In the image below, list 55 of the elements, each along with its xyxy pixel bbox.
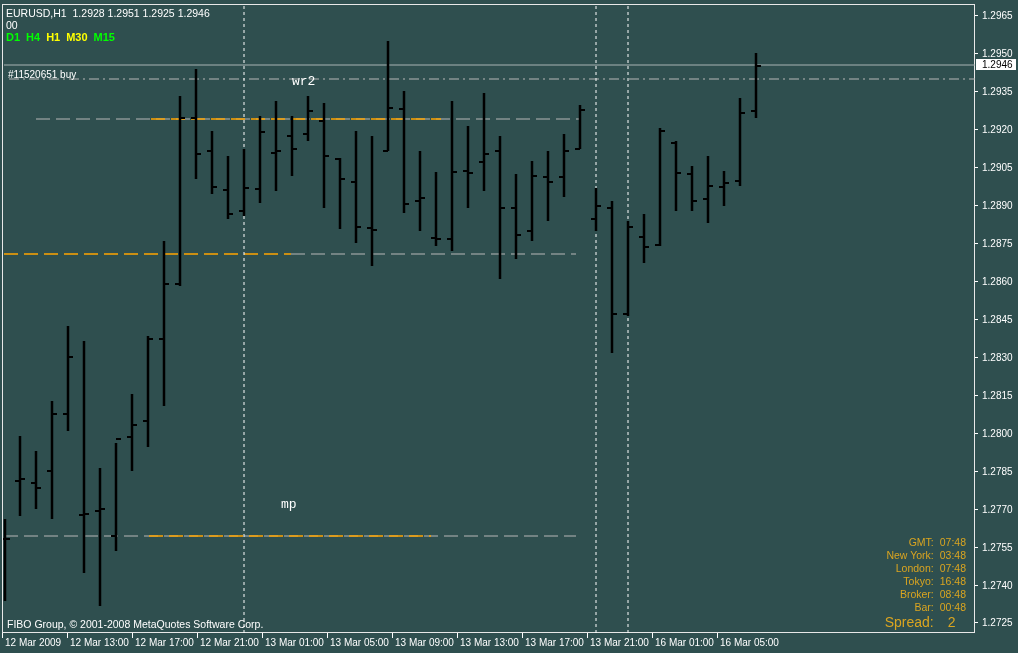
time-label: 13 Mar 01:00: [265, 637, 324, 648]
time-label: 16 Mar 05:00: [720, 637, 779, 648]
spread-label: Spread:: [884, 614, 934, 630]
level-label: mp: [281, 497, 297, 512]
time-label: 13 Mar 09:00: [395, 637, 454, 648]
spread-value: 2: [946, 614, 957, 630]
price-label: 1.2755: [982, 541, 1013, 553]
price-label: 1.2725: [982, 617, 1013, 629]
clock-label: GMT:: [907, 536, 934, 548]
clock-label: New York:: [885, 549, 934, 561]
price-label: 1.2740: [982, 579, 1013, 591]
price-label: 1.2800: [982, 427, 1013, 439]
symbol-title: EURUSD,H1 1.2928 1.2951 1.2925 1.2946: [6, 7, 211, 19]
time-label: 13 Mar 21:00: [590, 637, 649, 648]
price-label: 1.2965: [982, 10, 1013, 22]
clock-label: Broker:: [898, 588, 934, 600]
copyright-text: FIBO Group, © 2001-2008 MetaQuotes Software Corp.: [7, 618, 264, 630]
price-label: 1.2815: [982, 389, 1013, 401]
timeframe-link[interactable]: H1: [46, 31, 61, 43]
price-label: 1.2875: [982, 238, 1013, 250]
price-label: 1.2905: [982, 162, 1013, 174]
price-label: 1.2830: [982, 351, 1013, 363]
price-label: 1.2845: [982, 313, 1013, 325]
price-label: 1.2860: [982, 276, 1013, 288]
price-label: 1.2770: [982, 503, 1013, 515]
current-price-label: 1.2946: [976, 59, 1016, 70]
level-label: wr2: [292, 74, 316, 89]
time-label: 16 Mar 01:00: [655, 637, 714, 648]
clock-time: 16:48: [939, 575, 966, 587]
time-label: 13 Mar 13:00: [460, 637, 519, 648]
timeframe-link[interactable]: D1: [6, 31, 21, 43]
time-label: 12 Mar 2009: [5, 637, 62, 648]
timeframe-link[interactable]: M15: [93, 31, 115, 43]
clock-time: 08:48: [939, 588, 966, 600]
clock-time: 07:48: [939, 536, 966, 548]
time-label: 13 Mar 17:00: [525, 637, 584, 648]
clock-time: 03:48: [939, 549, 966, 561]
time-label: 12 Mar 13:00: [70, 637, 129, 648]
price-label: 1.2890: [982, 200, 1013, 212]
clock-label: Tokyo:: [902, 575, 934, 587]
timeframe-link[interactable]: M30: [66, 31, 88, 43]
timeframe-link[interactable]: H4: [26, 31, 41, 43]
time-label: 12 Mar 21:00: [200, 637, 259, 648]
clock-time: 00:48: [939, 601, 966, 613]
time-label: 13 Mar 05:00: [330, 637, 389, 648]
price-label: 1.2950: [982, 48, 1013, 60]
price-label: 1.2920: [982, 124, 1013, 136]
clock-time: 07:48: [939, 562, 966, 574]
clock-label: Bar:: [913, 601, 934, 613]
time-label: 12 Mar 17:00: [135, 637, 194, 648]
order-label: #11520651 buy: [8, 69, 77, 80]
clock-label: London:: [894, 562, 934, 574]
price-label: 1.2785: [982, 465, 1013, 477]
counter-text: 00: [6, 19, 19, 31]
price-label: 1.2935: [982, 86, 1013, 98]
